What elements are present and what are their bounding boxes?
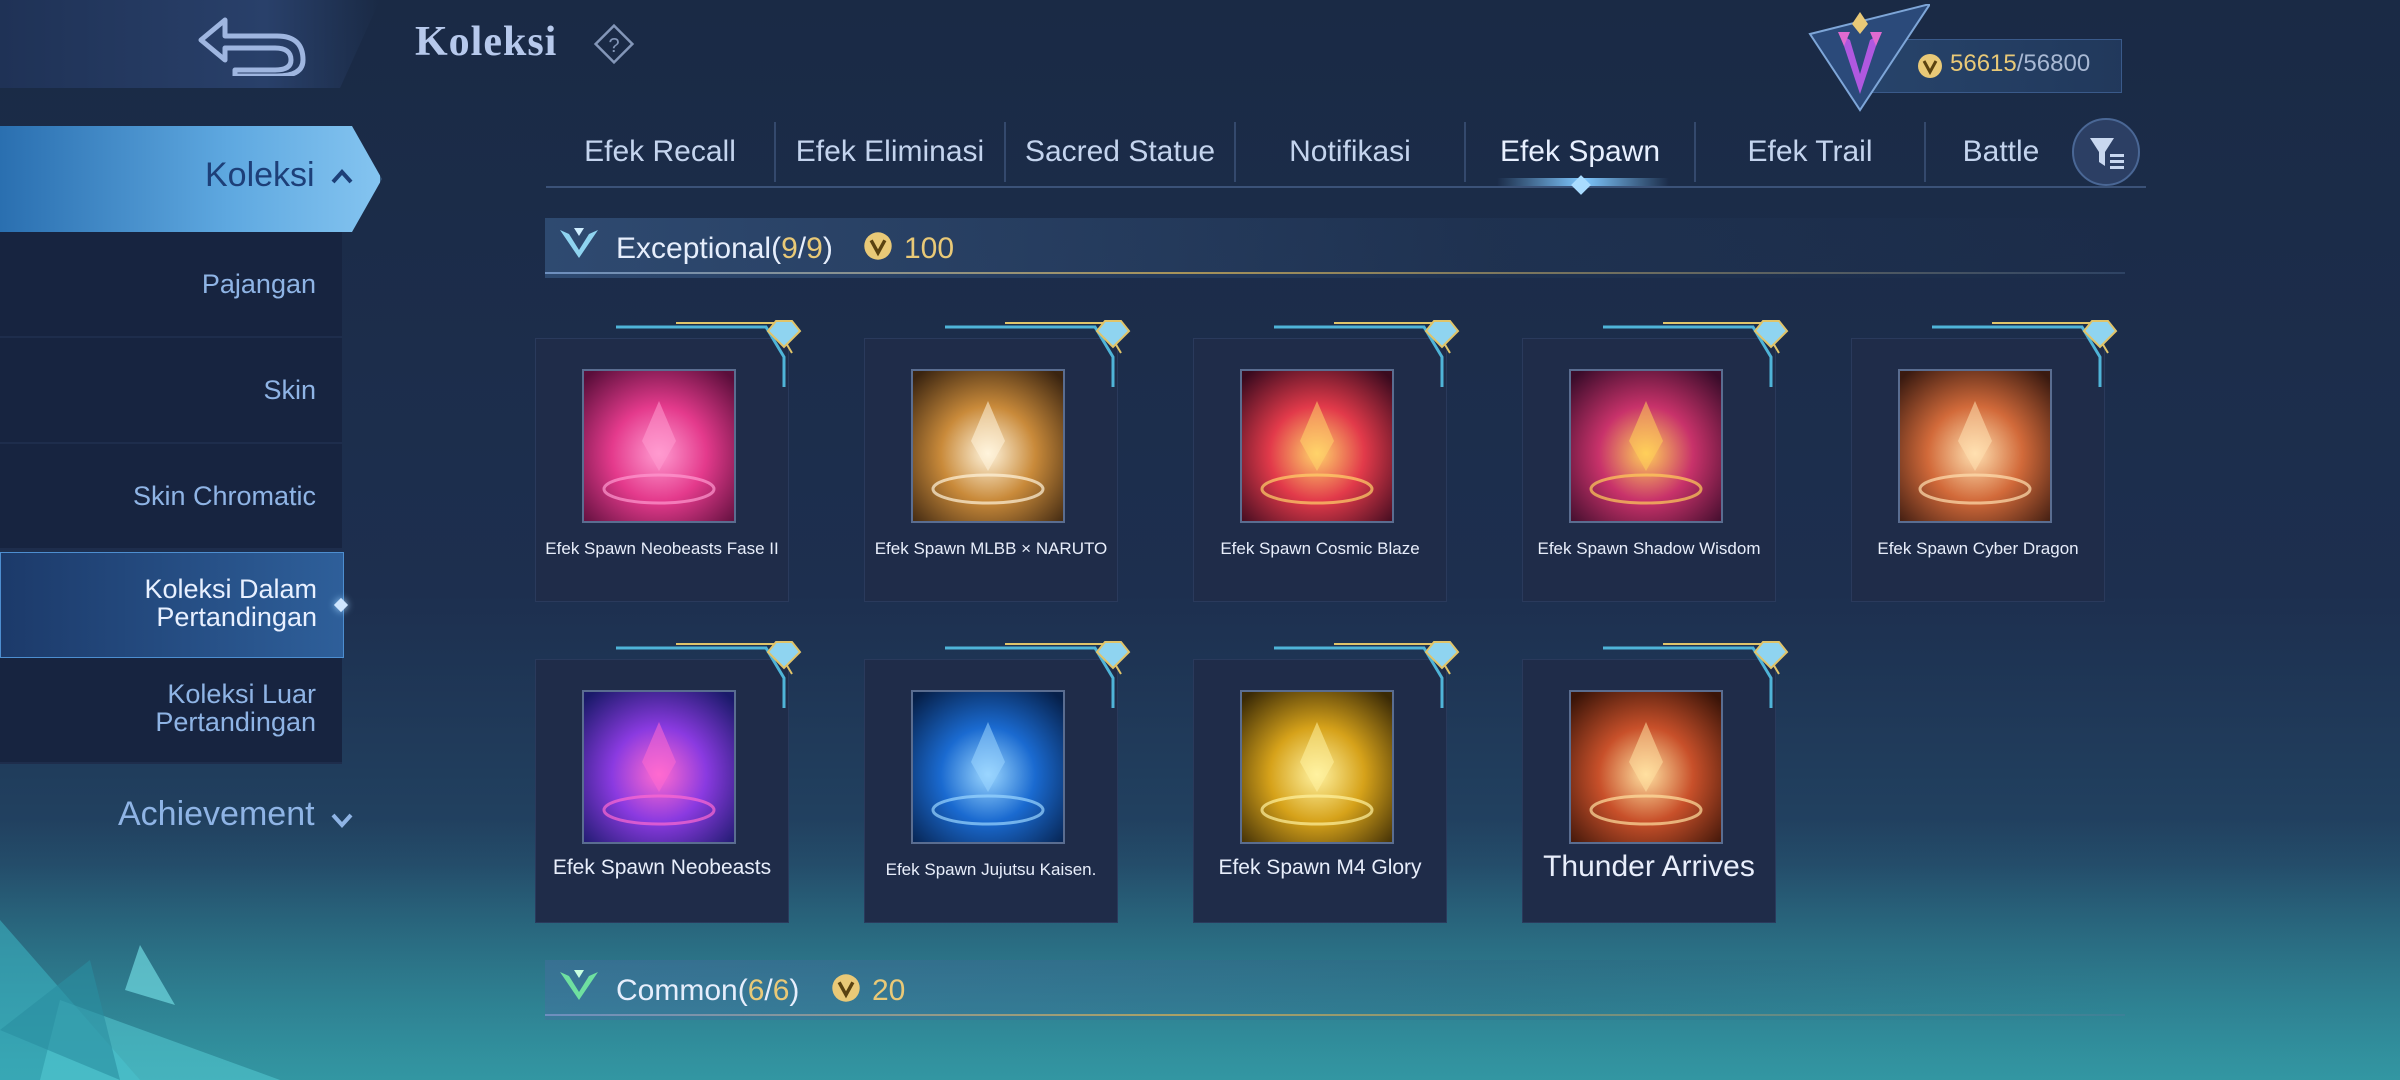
tab-notifikasi[interactable]: Notifikasi <box>1236 118 1464 186</box>
spawn-effect-card[interactable]: Efek Spawn MLBB × NARUTO <box>864 320 1131 602</box>
section-divider <box>545 1014 2125 1016</box>
shadow-wisdom-spawn-icon <box>1569 369 1723 523</box>
tab-efek-eliminasi[interactable]: Efek Eliminasi <box>776 118 1004 186</box>
neobeasts-card-spawn-icon <box>582 690 736 844</box>
svg-text:?: ? <box>608 35 619 57</box>
common-tier-icon <box>558 968 600 1009</box>
card-name: Efek Spawn MLBB × NARUTO <box>874 539 1108 558</box>
section-title-exceptional: Exceptional(9/9) <box>616 232 833 266</box>
help-question-icon[interactable]: ? <box>592 22 636 71</box>
rank-emblem-icon <box>1800 2 1933 119</box>
section-tier: Common <box>616 974 738 1007</box>
sidebar-item-label: Skin <box>263 375 316 405</box>
spawn-effect-card[interactable]: Efek Spawn M4 Glory <box>1193 641 1460 923</box>
tab-battle[interactable]: Battle <box>1926 118 2076 186</box>
sidebar-item-label-line1: Koleksi Dalam <box>144 574 317 604</box>
section-count-open: ( <box>737 974 748 1007</box>
spawn-effect-card[interactable]: Efek Spawn Cyber Dragon <box>1851 320 2118 602</box>
sidebar-main-label: Koleksi <box>205 156 315 194</box>
sidebar-item-label-line1: Koleksi Luar <box>167 679 316 709</box>
chevron-down-icon <box>330 810 354 835</box>
chevron-up-icon <box>330 166 354 191</box>
sidebar-main-koleksi[interactable] <box>0 126 380 232</box>
m4-glory-light-spawn-icon <box>1240 690 1394 844</box>
section-divider <box>545 272 2125 274</box>
card-name: Efek Spawn Shadow Wisdom <box>1537 539 1761 558</box>
section-total: 6 <box>772 974 790 1007</box>
section-reward: 20 <box>872 974 906 1007</box>
sidebar-item-label: Skin Chromatic <box>132 481 316 511</box>
sidebar-item-label: Pajangan <box>201 269 316 299</box>
spawn-effect-card[interactable]: Thunder Arrives <box>1522 641 1789 923</box>
currency-current: 56615 <box>1950 50 2017 77</box>
spawn-effect-card[interactable]: Efek Spawn Neobeasts Fase II <box>535 320 802 602</box>
spawn-effect-card[interactable]: Efek Spawn Jujutsu Kaisen. <box>864 641 1131 923</box>
section-count: 9 <box>781 232 798 265</box>
card-name: Efek Spawn M4 Glory <box>1218 856 1422 879</box>
card-name: Efek Spawn Jujutsu Kaisen. <box>885 860 1097 879</box>
collector-coin-icon <box>830 972 862 1009</box>
filter-funnel-icon <box>2090 138 2124 169</box>
section-count-open: ( <box>771 232 782 265</box>
card-name: Thunder Arrives <box>1543 850 1755 883</box>
section-count-close: ) <box>822 232 833 265</box>
tab-bar: Efek Recall Efek Eliminasi Sacred Statue… <box>546 118 2146 188</box>
card-name: Efek Spawn Cosmic Blaze <box>1220 539 1420 558</box>
thunder-bolt-spawn-icon <box>1569 690 1723 844</box>
neobeasts-phase-ii-spawn-icon <box>582 369 736 523</box>
sidebar-item-label-line2: Pertandingan <box>155 707 316 737</box>
naruto-smoke-spawn-icon <box>911 369 1065 523</box>
spawn-effect-card[interactable]: Efek Spawn Shadow Wisdom <box>1522 320 1789 602</box>
filter-button[interactable] <box>2072 118 2140 186</box>
back-arrow-icon <box>198 17 306 76</box>
page-title: Koleksi <box>415 19 558 65</box>
sidebar-item-label: Koleksi Luar Pertandingan <box>155 680 316 736</box>
sidebar-item-koleksi-dalam-pertandingan[interactable]: Koleksi Dalam Pertandingan <box>0 552 344 658</box>
sidebar-item-pajangan[interactable]: Pajangan <box>0 232 342 338</box>
currency-max: 56800 <box>2023 50 2091 77</box>
tab-efek-trail[interactable]: Efek Trail <box>1696 118 1924 186</box>
sidebar-achievement[interactable]: Achievement <box>118 795 315 834</box>
section-total: 9 <box>806 232 823 265</box>
cosmic-blaze-spawn-icon <box>1240 369 1394 523</box>
tab-sacred-statue[interactable]: Sacred Statue <box>1006 118 1234 186</box>
sidebar-item-label-line2: Pertandingan <box>156 602 317 632</box>
exceptional-tier-icon <box>558 226 600 267</box>
card-name: Efek Spawn Cyber Dragon <box>1877 539 2079 558</box>
sidebar-item-skin[interactable]: Skin <box>0 338 342 444</box>
sidebar-item-koleksi-luar-pertandingan[interactable]: Koleksi Luar Pertandingan <box>0 658 342 764</box>
section-tier: Exceptional <box>616 232 772 265</box>
tab-efek-recall[interactable]: Efek Recall <box>546 118 774 186</box>
section-count: 6 <box>747 974 765 1007</box>
back-button[interactable] <box>0 0 380 88</box>
collector-coin-icon <box>862 230 894 267</box>
sidebar-item-skin-chromatic[interactable]: Skin Chromatic <box>0 444 342 550</box>
currency-value: 56615/56800 <box>1950 50 2090 78</box>
cyber-dragon-spawn-icon <box>1898 369 2052 523</box>
section-title-common: Common(6/6) <box>616 974 799 1008</box>
card-name: Efek Spawn Neobeasts Fase II <box>545 539 779 558</box>
section-count-close: ) <box>789 974 800 1007</box>
spawn-effect-card[interactable]: Efek Spawn Neobeasts <box>535 641 802 923</box>
card-name: Efek Spawn Neobeasts <box>552 856 772 879</box>
section-reward: 100 <box>904 232 955 265</box>
spawn-effect-card[interactable]: Efek Spawn Cosmic Blaze <box>1193 320 1460 602</box>
collector-coin-icon <box>1916 52 1944 85</box>
section-count-slash: / <box>764 974 773 1007</box>
section-count-slash: / <box>797 232 807 265</box>
sidebar-item-label: Koleksi Dalam Pertandingan <box>144 575 317 631</box>
jujutsu-kaisen-orb-spawn-icon <box>911 690 1065 844</box>
